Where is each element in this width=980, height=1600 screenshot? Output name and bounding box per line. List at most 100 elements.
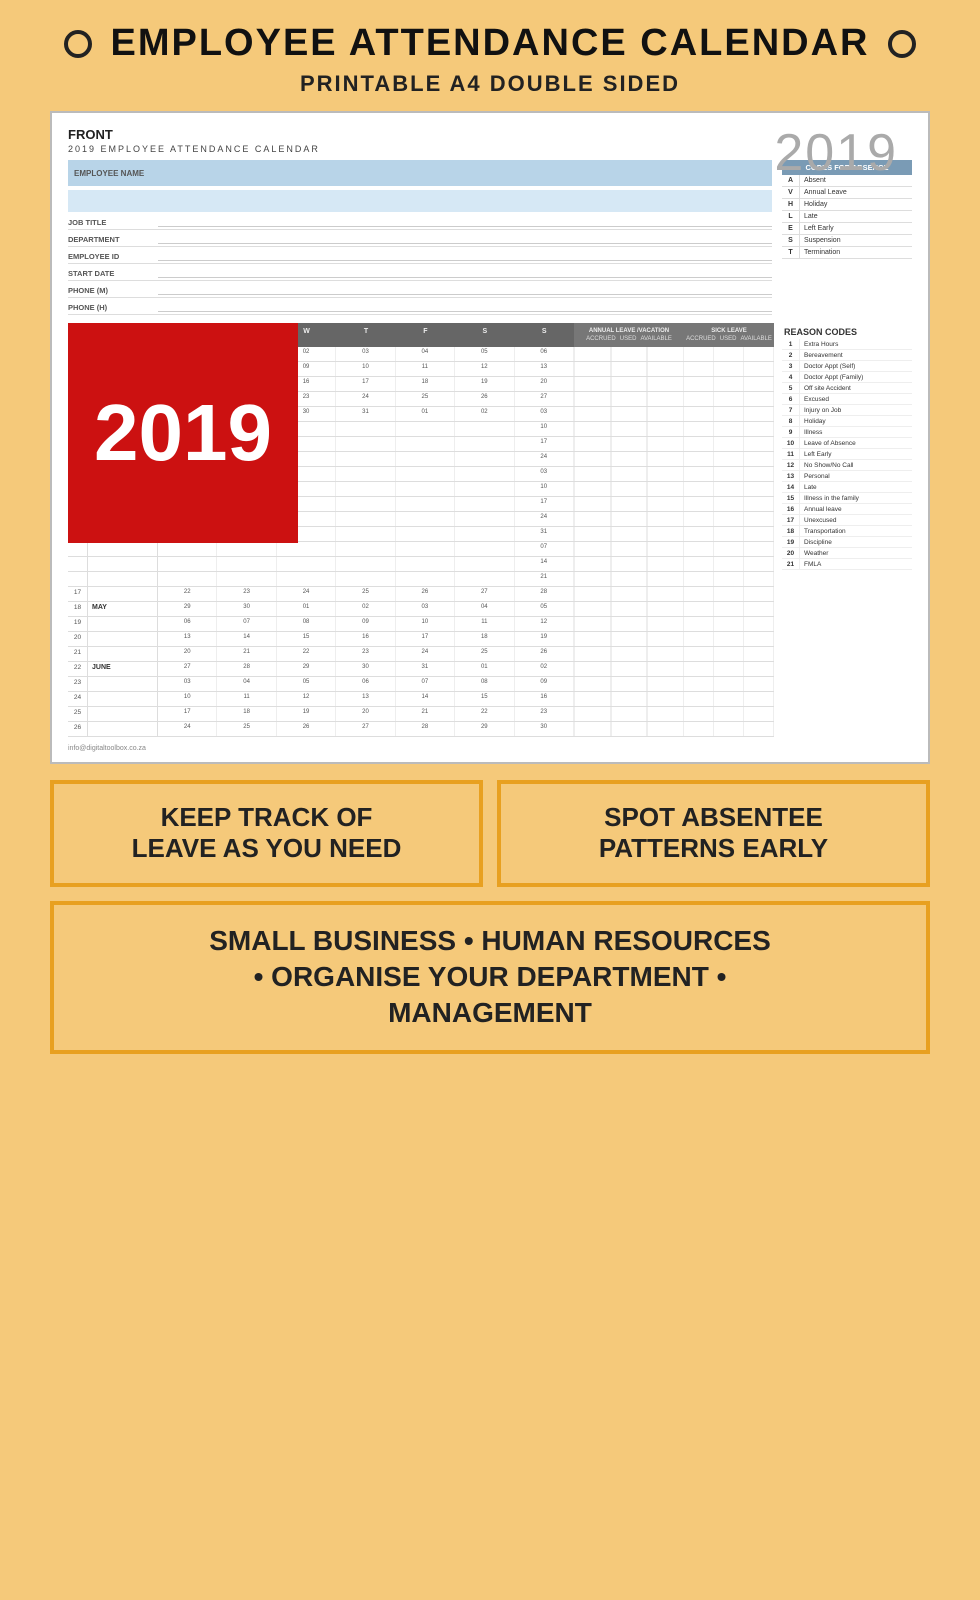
day-header-cell: S bbox=[515, 323, 574, 347]
date-cell: 03 bbox=[158, 677, 217, 691]
leave-cell bbox=[647, 422, 684, 436]
sick-cell bbox=[714, 692, 744, 706]
sick-cell bbox=[684, 617, 714, 631]
date-cells: 07 bbox=[158, 542, 574, 556]
date-cell: 30 bbox=[217, 602, 276, 616]
reason-number: 11 bbox=[782, 449, 800, 459]
month-name bbox=[88, 572, 158, 586]
sick-cells bbox=[684, 467, 774, 481]
sick-cells bbox=[684, 692, 774, 706]
date-cell bbox=[455, 527, 514, 541]
document-preview: FRONT 2019 EMPLOYEE ATTENDANCE CALENDAR … bbox=[50, 111, 930, 764]
leave-cell bbox=[647, 407, 684, 421]
reason-code-row: 13Personal bbox=[782, 471, 912, 482]
leave-cell bbox=[611, 437, 648, 451]
code-description: Suspension bbox=[800, 235, 845, 246]
reason-description: Doctor Appt (Self) bbox=[800, 361, 859, 371]
employee-name-bar: EMPLOYEE NAME bbox=[68, 160, 772, 186]
date-cell: 18 bbox=[455, 632, 514, 646]
sick-cell bbox=[684, 422, 714, 436]
sick-cell bbox=[684, 482, 714, 496]
month-name bbox=[88, 587, 158, 601]
day-header-cell: T bbox=[336, 323, 395, 347]
employee-field-row: PHONE (M) bbox=[68, 283, 772, 298]
employee-field-row: JOB TITLE bbox=[68, 215, 772, 230]
leave-cell bbox=[574, 437, 611, 451]
leave-cell bbox=[574, 452, 611, 466]
reason-code-row: 10Leave of Absence bbox=[782, 438, 912, 449]
reason-number: 18 bbox=[782, 526, 800, 536]
sick-cell bbox=[684, 452, 714, 466]
week-number bbox=[68, 557, 88, 571]
date-cell: 15 bbox=[455, 692, 514, 706]
leave-cells bbox=[574, 392, 684, 406]
reason-code-row: 4Doctor Appt (Family) bbox=[782, 372, 912, 383]
leave-cell bbox=[574, 347, 611, 361]
reason-description: Annual leave bbox=[800, 504, 846, 514]
leave-cell bbox=[647, 632, 684, 646]
code-letter: E bbox=[782, 223, 800, 234]
date-cell: 28 bbox=[396, 722, 455, 736]
leave-cell bbox=[574, 617, 611, 631]
code-description: Annual Leave bbox=[800, 187, 851, 198]
field-label: DEPARTMENT bbox=[68, 235, 158, 244]
date-cell bbox=[396, 542, 455, 556]
reason-description: Excused bbox=[800, 394, 833, 404]
date-cell: 12 bbox=[277, 692, 336, 706]
date-cell: 17 bbox=[396, 632, 455, 646]
leave-cell bbox=[647, 497, 684, 511]
date-cell: 29 bbox=[158, 602, 217, 616]
date-cell: 12 bbox=[515, 617, 574, 631]
leave-cell bbox=[611, 572, 648, 586]
reason-code-row: 14Late bbox=[782, 482, 912, 493]
date-cell bbox=[336, 557, 395, 571]
sick-cell bbox=[744, 452, 774, 466]
date-cell: 03 bbox=[515, 407, 574, 421]
date-cell: 05 bbox=[515, 602, 574, 616]
date-cell: 11 bbox=[217, 692, 276, 706]
sick-cell bbox=[744, 662, 774, 676]
reason-code-row: 11Left Early bbox=[782, 449, 912, 460]
reason-number: 16 bbox=[782, 504, 800, 514]
reason-number: 5 bbox=[782, 383, 800, 393]
leave-cell bbox=[611, 347, 648, 361]
leave-cell bbox=[611, 497, 648, 511]
doc-year: 2019 bbox=[774, 123, 898, 183]
sick-cell bbox=[744, 347, 774, 361]
leave-cell bbox=[647, 542, 684, 556]
date-cell bbox=[455, 452, 514, 466]
leave-cells bbox=[574, 677, 684, 691]
doc-footer: info@digitaltoolbox.co.za bbox=[68, 745, 912, 752]
date-cell: 28 bbox=[217, 662, 276, 676]
date-cell: 26 bbox=[277, 722, 336, 736]
date-cell: 24 bbox=[158, 722, 217, 736]
date-cell: 07 bbox=[217, 617, 276, 631]
reason-number: 21 bbox=[782, 559, 800, 569]
sick-cell bbox=[684, 392, 714, 406]
month-name bbox=[88, 647, 158, 661]
calendar-row: 22JUNE27282930310102 bbox=[68, 662, 774, 677]
reason-number: 15 bbox=[782, 493, 800, 503]
sick-cells bbox=[684, 347, 774, 361]
leave-cell bbox=[611, 662, 648, 676]
sick-cell bbox=[684, 632, 714, 646]
reason-description: Injury on Job bbox=[800, 405, 845, 415]
date-cell: 07 bbox=[515, 542, 574, 556]
reason-description: Late bbox=[800, 482, 821, 492]
sick-cell bbox=[684, 362, 714, 376]
sick-cell bbox=[684, 407, 714, 421]
date-cell bbox=[396, 437, 455, 451]
leave-cell bbox=[647, 557, 684, 571]
sick-cell bbox=[744, 527, 774, 541]
leave-cell bbox=[611, 557, 648, 571]
sick-cell bbox=[744, 692, 774, 706]
codes-section: CODES FOR ABSENCE AAbsentVAnnual LeaveHH… bbox=[782, 160, 912, 315]
leave-cell bbox=[611, 422, 648, 436]
week-number bbox=[68, 542, 88, 556]
sick-cell bbox=[744, 512, 774, 526]
date-cell: 20 bbox=[336, 707, 395, 721]
sick-cell bbox=[744, 587, 774, 601]
leave-cell bbox=[574, 527, 611, 541]
date-cell: 23 bbox=[217, 587, 276, 601]
sick-cell bbox=[744, 377, 774, 391]
